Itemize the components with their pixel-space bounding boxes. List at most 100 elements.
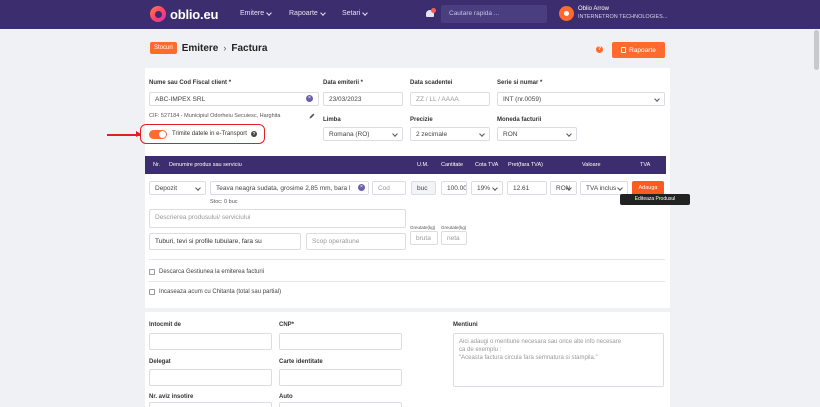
nav-rapoarte-label: Rapoarte	[289, 10, 318, 17]
precizie-select[interactable]: 2 zecimale	[410, 127, 490, 141]
breadcrumb-emitere[interactable]: Emitere	[182, 43, 219, 54]
notifications-icon[interactable]	[425, 8, 436, 20]
descarca-label: Descarca Gestiunea la emiterea facturii	[159, 269, 265, 275]
intocmit-input[interactable]	[149, 333, 272, 350]
page-title: Factura	[231, 42, 268, 54]
data-scadenta-label: Data scadentei	[410, 80, 453, 86]
chevron-down-icon	[392, 131, 398, 137]
delegat-label: Delegat	[149, 359, 171, 365]
scop-operatiune-input[interactable]: Scop operatiune	[306, 233, 406, 250]
nav-emitere[interactable]: Emitere	[240, 9, 272, 17]
chevron-down-icon	[617, 185, 623, 191]
page-scrollbar[interactable]	[814, 30, 819, 70]
greutate-neta-label: Greutate(kg)	[441, 225, 467, 230]
document-icon	[621, 47, 627, 53]
user-company: INTERNETRON TECHNOLOGIES...	[578, 14, 668, 20]
cota-tva-value: 19%	[477, 185, 491, 192]
carte-identitate-input[interactable]	[279, 369, 402, 386]
nav-setari[interactable]: Setari	[342, 9, 369, 17]
aviz-label: Nr. aviz insotire	[149, 394, 194, 400]
th-pret: Pret(fara TVA)	[508, 162, 543, 168]
data-scadenta-input[interactable]: ZZ / LL / AAAA	[410, 92, 490, 106]
user-avatar-icon[interactable]	[559, 6, 574, 21]
client-label: Nume sau Cod Fiscal client *	[149, 80, 232, 86]
quick-search-input[interactable]: Cautare rapida ...	[441, 5, 547, 23]
mentiuni-label: Mentiuni	[453, 322, 478, 328]
mentiuni-placeholder-line-1: Aici adaugi o mentiune necesara sau oric…	[459, 339, 622, 345]
chevron-down-icon	[566, 131, 572, 137]
section-divider	[149, 259, 665, 260]
breadcrumb: Stocuri Emitere › Factura	[150, 42, 268, 54]
incaseaza-checkbox[interactable]	[149, 289, 155, 295]
clear-client-icon[interactable]: ×	[306, 95, 313, 102]
rapoarte-button[interactable]: Rapoarte	[612, 42, 665, 58]
rapoarte-button-label: Rapoarte	[629, 46, 656, 54]
top-navbar: oblio.eu Emitere Rapoarte Setari Cautare…	[0, 0, 820, 29]
th-tva: TVA	[640, 162, 651, 168]
cod-input[interactable]: Cod	[372, 181, 406, 195]
precizie-label: Precizie	[410, 117, 433, 123]
clear-produs-icon[interactable]: ×	[358, 184, 365, 191]
precizie-select-value: 2 zecimale	[416, 131, 448, 138]
th-cota-tva: Cota TVA	[475, 162, 499, 168]
stocuri-button[interactable]: Stocuri	[150, 42, 177, 54]
annotation-arrow	[107, 131, 141, 137]
cnp-label: CNP*	[279, 322, 295, 328]
brand-logo[interactable]: oblio.eu	[150, 6, 218, 22]
mentiuni-placeholder-line-2: ca de exemplu :	[459, 347, 502, 353]
logo-icon	[150, 6, 166, 22]
chevron-down-icon	[654, 96, 660, 102]
tip-depozit-select[interactable]: Depozit	[149, 181, 206, 195]
limba-select-value: Romana (RO)	[329, 131, 370, 138]
edit-client-icon[interactable]	[309, 113, 315, 119]
serie-label: Serie si numar *	[497, 80, 543, 86]
categorie-input[interactable]: Tuburi, tevi si profile tubulare, fara s…	[149, 233, 301, 250]
stoc-info: Stoc: 0 buc	[210, 199, 238, 205]
delegat-input[interactable]	[149, 369, 272, 386]
pret-input[interactable]: 12.61	[507, 181, 547, 195]
greutate-neta-input[interactable]: neta	[441, 231, 467, 245]
aviz-input[interactable]	[149, 402, 272, 407]
edit-product-tooltip: Editeaza Produsul	[620, 194, 690, 205]
info-icon[interactable]: ?	[251, 131, 257, 137]
cota-tva-select[interactable]: 19%	[471, 181, 503, 195]
serie-select[interactable]: INT (nr.0059)	[497, 92, 665, 106]
auto-input[interactable]	[279, 402, 402, 407]
tva-mode-select[interactable]: TVA inclus	[580, 181, 628, 195]
th-nr: Nr.	[153, 162, 161, 168]
brand-name: oblio.eu	[170, 6, 219, 22]
user-name[interactable]: Oblio Arrow	[578, 6, 609, 12]
th-denumire: Denumire produs sau serviciu	[169, 162, 242, 168]
tip-depozit-value: Depozit	[155, 185, 178, 192]
moneda-row-select[interactable]: RON	[550, 181, 577, 195]
help-icon[interactable]: ?	[596, 46, 603, 53]
greutate-bruta-input[interactable]: bruta	[410, 231, 438, 245]
th-cantitate: Cantitate	[441, 162, 464, 168]
descarca-checkbox[interactable]	[149, 269, 155, 275]
moneda-select[interactable]: RON	[497, 127, 577, 141]
cantitate-input[interactable]: 100.00	[441, 181, 467, 195]
nav-setari-label: Setari	[342, 10, 361, 17]
nav-rapoarte[interactable]: Rapoarte	[289, 9, 326, 17]
client-cif-info: CIF: 527184 - Municipiul Odorheiu Secuie…	[149, 113, 281, 119]
breadcrumb-separator: ›	[223, 43, 227, 53]
um-input[interactable]: buc	[411, 181, 436, 195]
serie-select-value: INT (nr.0059)	[503, 96, 542, 103]
chevron-down-icon	[319, 9, 326, 16]
greutate-bruta-label: Greutate(kg)	[410, 225, 436, 230]
section-divider	[149, 281, 665, 282]
mentiuni-textarea[interactable]: Aici adaugi o mentiune necesara sau oric…	[453, 333, 664, 387]
etransport-toggle[interactable]	[149, 130, 167, 139]
carte-identitate-label: Carte identitate	[279, 359, 323, 365]
data-emitere-input[interactable]: 23/03/2023	[323, 92, 403, 106]
cnp-input[interactable]	[279, 333, 402, 350]
descriere-textarea[interactable]: Descrierea produsului/ serviciului	[149, 209, 406, 228]
etransport-label: Trimite datele in e-Transport	[172, 131, 247, 137]
chevron-down-icon	[266, 9, 272, 16]
client-input[interactable]: ABC-IMPEX SRL	[149, 92, 319, 106]
limba-select[interactable]: Romana (RO)	[323, 127, 403, 141]
auto-label: Auto	[279, 394, 293, 400]
chevron-down-icon	[195, 185, 201, 191]
produs-input[interactable]: Teava neagra sudata, grosime 2,85 mm, ba…	[210, 181, 369, 195]
notification-badge	[431, 8, 436, 13]
